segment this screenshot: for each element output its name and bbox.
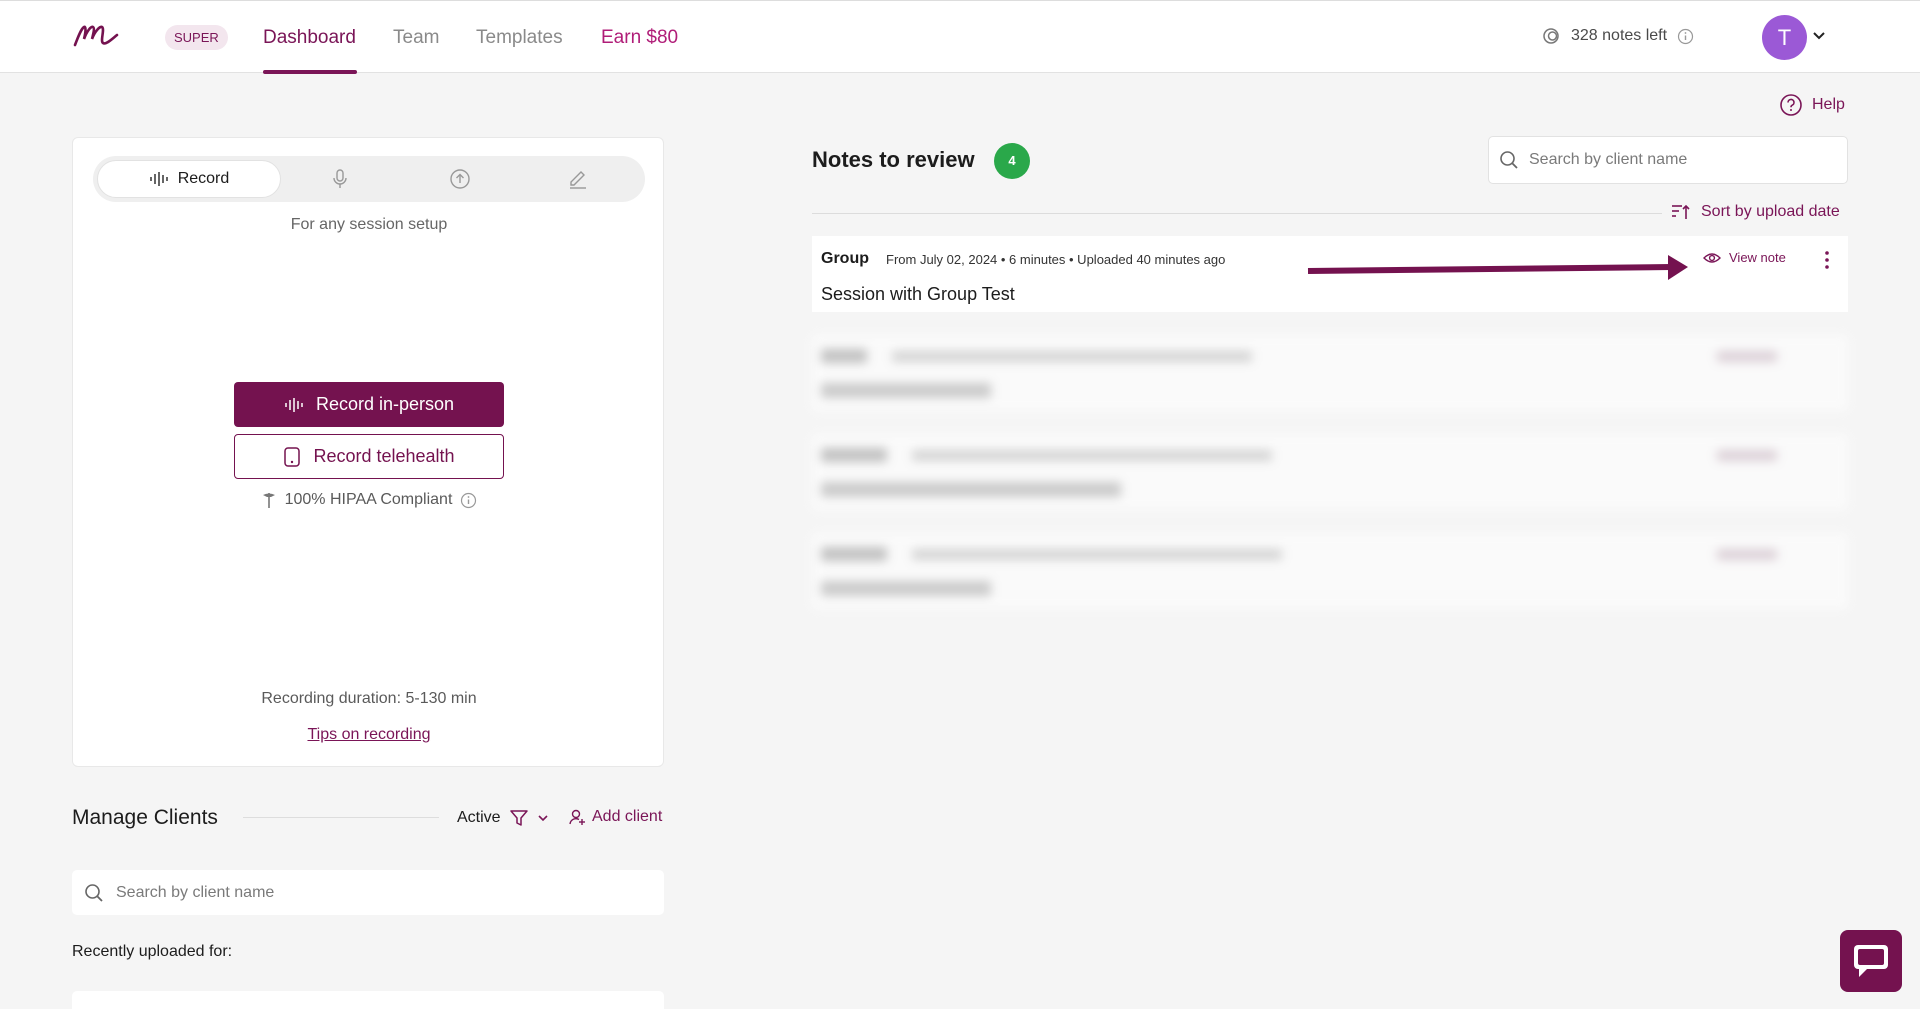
notes-search-placeholder: Search by client name [1529,151,1688,168]
note-title: Session with Group Test [821,284,1015,304]
record-in-person-label: Record in-person [315,394,455,414]
view-note-button[interactable]: View note [1703,250,1786,265]
notes-credits: 328 notes left [1541,26,1694,46]
record-telehealth-button[interactable]: Record telehealth [234,434,504,479]
hipaa-notice: 100% HIPAA Compliant [73,491,665,509]
recently-uploaded-label: Recently uploaded for: [72,943,233,960]
tablet-icon [283,446,301,467]
filter-label: Active [457,809,501,826]
tab-team[interactable]: Team [393,27,439,49]
mode-record-tab[interactable]: Record [97,160,281,198]
avatar[interactable]: T [1762,15,1807,60]
help-icon [1779,93,1803,117]
active-tab-indicator [263,70,357,74]
chat-support-button[interactable] [1840,930,1902,992]
record-in-person-button[interactable]: Record in-person [234,382,504,427]
tab-earn[interactable]: Earn $80 [601,27,678,49]
view-note-label: View note [1729,250,1786,265]
note-meta: From July 02, 2024 • 6 minutes • Uploade… [886,252,1226,267]
info-icon[interactable] [1677,28,1694,45]
annotation-arrow [1306,253,1691,283]
chat-icon [1851,942,1891,980]
record-mode-selector: Record [93,156,645,202]
add-user-icon [568,808,586,826]
tab-templates[interactable]: Templates [476,27,563,49]
note-type: Group [821,250,869,267]
record-telehealth-label: Record telehealth [313,446,455,466]
add-client-label: Add client [592,808,663,825]
divider [812,213,1662,214]
chevron-down-icon [537,812,549,824]
manage-clients-title: Manage Clients [72,806,218,829]
credits-label: 328 notes left [1571,27,1668,44]
search-icon [84,883,104,903]
sort-button[interactable]: Sort by upload date [1671,203,1840,221]
recent-client-card[interactable] [72,991,664,1009]
chevron-down-icon[interactable] [1812,29,1826,43]
sort-label: Sort by upload date [1701,203,1840,220]
notes-to-review-title: Notes to review [812,147,975,172]
note-row-blurred[interactable] [812,335,1848,411]
notes-count-badge: 4 [994,143,1030,179]
upload-icon[interactable] [449,168,471,190]
record-card: Record For any session setup Record in-p… [72,137,664,767]
mode-record-label: Record [177,170,230,187]
caduceus-icon [261,491,277,509]
help-button[interactable]: Help [1779,93,1845,117]
tab-dashboard[interactable]: Dashboard [263,27,356,49]
hipaa-label: 100% HIPAA Compliant [284,491,453,508]
info-icon[interactable] [460,492,477,509]
recording-duration: Recording duration: 5-130 min [261,690,477,707]
top-nav-bar: SUPER Dashboard Team Templates Earn $80 … [0,0,1920,74]
divider [243,817,439,818]
filter-icon [509,808,529,828]
note-row-blurred[interactable] [812,434,1848,510]
credits-icon [1541,26,1561,46]
more-options-icon[interactable] [1824,250,1830,270]
record-card-subtitle: For any session setup [290,216,448,233]
help-label: Help [1812,96,1845,113]
client-status-filter[interactable]: Active [457,808,549,828]
waveform-icon [284,397,304,413]
plan-badge: SUPER [165,25,228,50]
sort-icon [1671,203,1691,221]
microphone-icon[interactable] [331,168,349,190]
notes-search-input[interactable]: Search by client name [1488,136,1848,184]
note-row-blurred[interactable] [812,533,1848,609]
add-client-button[interactable]: Add client [568,808,662,826]
app-logo[interactable] [72,19,120,51]
client-search-input[interactable]: Search by client name [72,870,664,915]
pencil-icon[interactable] [567,168,589,190]
waveform-icon [149,171,169,187]
tips-on-recording-link[interactable]: Tips on recording [73,726,665,744]
search-icon [1499,150,1519,170]
client-search-placeholder: Search by client name [116,883,275,901]
eye-icon [1703,251,1721,265]
